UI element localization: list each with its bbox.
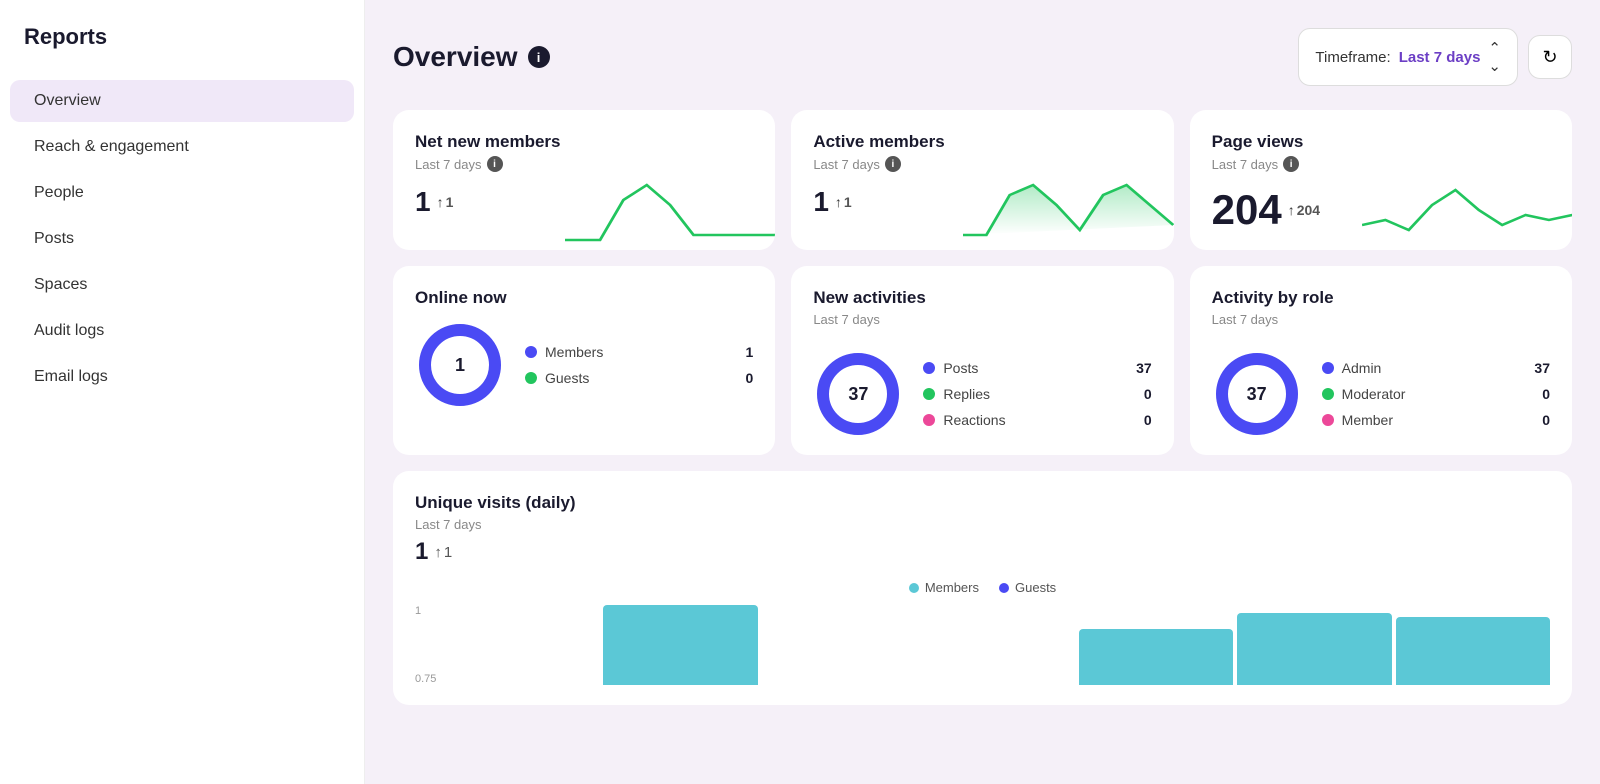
stat-cards-row: Net new members Last 7 days i 1 ↑1 xyxy=(393,110,1572,250)
uv-members-dot xyxy=(909,583,919,593)
refresh-icon: ↻ xyxy=(1542,47,1557,68)
online-now-card: Online now 1 Members 1 xyxy=(393,266,775,455)
refresh-button[interactable]: ↻ xyxy=(1528,35,1572,79)
sidebar: Reports Overview Reach & engagement Peop… xyxy=(0,0,365,784)
unique-visits-header: Unique visits (daily) Last 7 days 1 ↑1 xyxy=(415,493,1550,566)
timeframe-label: Timeframe: xyxy=(1315,49,1390,66)
new-activities-content: 37 Posts 37 Replies 0 Reacti xyxy=(813,341,1151,439)
moderator-dot xyxy=(1322,388,1334,400)
sidebar-item-audit-logs[interactable]: Audit logs xyxy=(10,310,354,352)
legend-item-member: Member 0 xyxy=(1322,412,1550,428)
active-members-title: Active members xyxy=(813,132,1151,152)
net-new-members-card: Net new members Last 7 days i 1 ↑1 xyxy=(393,110,775,250)
net-new-members-title: Net new members xyxy=(415,132,753,152)
header: Overview i Timeframe: Last 7 days ⌃⌄ ↻ xyxy=(393,28,1572,86)
guests-dot xyxy=(525,372,537,384)
header-actions: Timeframe: Last 7 days ⌃⌄ ↻ xyxy=(1298,28,1572,86)
online-now-title: Online now xyxy=(415,288,753,308)
legend-item-replies: Replies 0 xyxy=(923,386,1151,402)
sidebar-item-spaces[interactable]: Spaces xyxy=(10,264,354,306)
sidebar-item-reach[interactable]: Reach & engagement xyxy=(10,126,354,168)
legend-item-members: Members 1 xyxy=(525,344,753,360)
net-new-members-sparkline xyxy=(565,170,775,250)
new-activities-legend: Posts 37 Replies 0 Reactions 0 xyxy=(923,360,1151,428)
sidebar-item-email-logs[interactable]: Email logs xyxy=(10,356,354,398)
activity-by-role-subtitle: Last 7 days xyxy=(1212,312,1550,327)
net-new-members-info-icon[interactable]: i xyxy=(487,156,503,172)
new-activities-title: New activities xyxy=(813,288,1151,308)
bar-chart-bars xyxy=(445,605,1550,685)
page-views-change: ↑204 xyxy=(1288,202,1320,218)
unique-visits-change: ↑1 xyxy=(434,544,452,561)
page-title: Overview xyxy=(393,41,518,73)
online-now-content: 1 Members 1 Guests 0 xyxy=(415,312,753,410)
sidebar-item-posts[interactable]: Posts xyxy=(10,218,354,260)
legend-item-guests: Guests 0 xyxy=(525,370,753,386)
timeframe-button[interactable]: Timeframe: Last 7 days ⌃⌄ xyxy=(1298,28,1518,86)
main-content: Overview i Timeframe: Last 7 days ⌃⌄ ↻ N… xyxy=(365,0,1600,784)
sidebar-item-people[interactable]: People xyxy=(10,172,354,214)
replies-dot xyxy=(923,388,935,400)
sidebar-item-overview[interactable]: Overview xyxy=(10,80,354,122)
bar-2 xyxy=(603,605,757,685)
net-new-members-change: ↑1 xyxy=(437,194,454,210)
legend-item-admin: Admin 37 xyxy=(1322,360,1550,376)
page-views-sparkline xyxy=(1362,170,1572,250)
bar-6 xyxy=(1237,613,1391,685)
activity-by-role-content: 37 Admin 37 Moderator 0 Memb xyxy=(1212,341,1550,439)
admin-dot xyxy=(1322,362,1334,374)
new-activities-subtitle: Last 7 days xyxy=(813,312,1151,327)
online-now-donut: 1 xyxy=(415,320,505,410)
active-members-card: Active members Last 7 days i 1 ↑1 xyxy=(791,110,1173,250)
member-dot xyxy=(1322,414,1334,426)
unique-visits-card: Unique visits (daily) Last 7 days 1 ↑1 M… xyxy=(393,471,1572,705)
activity-by-role-center: 37 xyxy=(1212,349,1302,439)
legend-item-posts: Posts 37 xyxy=(923,360,1151,376)
info-icon[interactable]: i xyxy=(528,46,550,68)
members-dot xyxy=(525,346,537,358)
posts-dot xyxy=(923,362,935,374)
app-title: Reports xyxy=(0,24,364,78)
online-now-legend: Members 1 Guests 0 xyxy=(525,344,753,386)
uv-guests-dot xyxy=(999,583,1009,593)
header-left: Overview i xyxy=(393,41,550,73)
legend-item-reactions: Reactions 0 xyxy=(923,412,1151,428)
unique-visits-subtitle: Last 7 days xyxy=(415,517,1550,532)
activity-by-role-legend: Admin 37 Moderator 0 Member 0 xyxy=(1322,360,1550,428)
bar-chart: 1 0.75 xyxy=(415,605,1550,705)
legend-item-moderator: Moderator 0 xyxy=(1322,386,1550,402)
activity-by-role-title: Activity by role xyxy=(1212,288,1550,308)
unique-visits-value: 1 ↑1 xyxy=(415,538,1550,566)
chevron-icon: ⌃⌄ xyxy=(1488,39,1501,75)
active-members-info-icon[interactable]: i xyxy=(885,156,901,172)
activity-by-role-donut: 37 xyxy=(1212,349,1302,439)
active-members-change: ↑1 xyxy=(835,194,852,210)
timeframe-value: Last 7 days xyxy=(1399,49,1481,66)
uv-legend-members: Members xyxy=(909,580,979,595)
reactions-dot xyxy=(923,414,935,426)
page-views-info-icon[interactable]: i xyxy=(1283,156,1299,172)
online-now-center: 1 xyxy=(415,320,505,410)
bar-5 xyxy=(1079,629,1233,685)
donut-cards-row: Online now 1 Members 1 xyxy=(393,266,1572,455)
unique-visits-title: Unique visits (daily) xyxy=(415,493,1550,513)
active-members-sparkline xyxy=(963,170,1173,250)
uv-legend-guests: Guests xyxy=(999,580,1056,595)
bar-7 xyxy=(1396,617,1550,685)
new-activities-donut: 37 xyxy=(813,349,903,439)
new-activities-center: 37 xyxy=(813,349,903,439)
unique-visits-legend: Members Guests xyxy=(415,580,1550,595)
page-views-title: Page views xyxy=(1212,132,1550,152)
bar-chart-y-labels: 1 0.75 xyxy=(415,605,436,685)
activity-by-role-card: Activity by role Last 7 days 37 Admin 37 xyxy=(1190,266,1572,455)
new-activities-card: New activities Last 7 days 37 Posts 37 xyxy=(791,266,1173,455)
page-views-card: Page views Last 7 days i 204 ↑204 xyxy=(1190,110,1572,250)
